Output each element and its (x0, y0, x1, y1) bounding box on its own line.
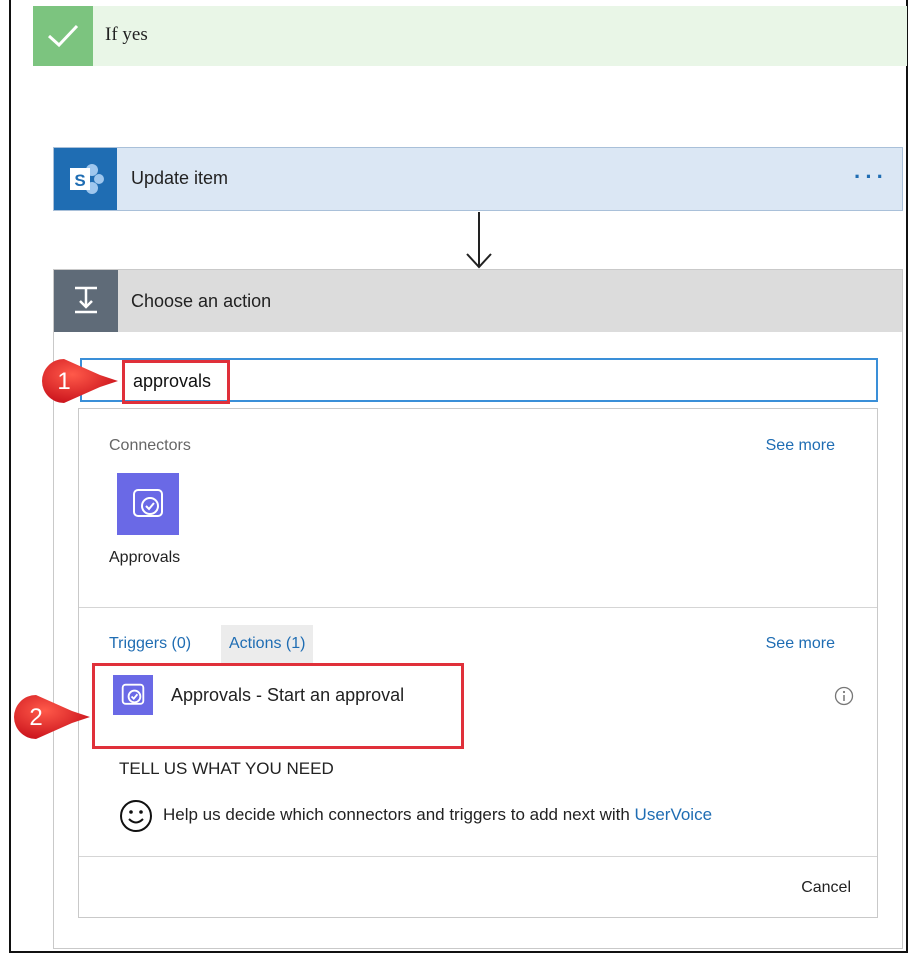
choose-action-header: Choose an action (54, 270, 902, 332)
svg-text:S: S (74, 171, 85, 190)
if-yes-label: If yes (105, 24, 148, 45)
action-highlight-box (92, 663, 464, 749)
if-yes-branch-header[interactable]: If yes (33, 6, 907, 66)
flow-arrow-icon (466, 212, 492, 269)
feedback-text-body: Help us decide which connectors and trig… (163, 805, 635, 824)
smiley-icon (120, 800, 152, 832)
divider (79, 856, 877, 857)
feedback-text: Help us decide which connectors and trig… (163, 805, 712, 825)
cancel-button[interactable]: Cancel (801, 879, 851, 897)
approvals-connector-label[interactable]: Approvals (109, 549, 180, 567)
tab-triggers[interactable]: Triggers (0) (109, 635, 191, 653)
approvals-icon (133, 489, 163, 517)
more-options-icon[interactable]: ··· (854, 164, 888, 190)
uservoice-link[interactable]: UserVoice (635, 805, 712, 824)
divider (79, 607, 877, 608)
tab-actions[interactable]: Actions (1) (221, 625, 314, 663)
step-2-number: 2 (29, 704, 42, 731)
update-item-title: Update item (131, 168, 229, 188)
step-1-number: 1 (57, 368, 70, 395)
choose-action-title: Choose an action (131, 291, 272, 311)
search-highlight-box (122, 360, 230, 404)
checkmark-icon (33, 6, 93, 66)
sharepoint-icon: S (54, 148, 117, 210)
tell-us-heading: TELL US WHAT YOU NEED (119, 759, 334, 778)
connectors-see-more-link[interactable]: See more (766, 437, 835, 455)
update-item-card[interactable]: S Update item ··· (53, 147, 903, 211)
info-icon[interactable] (834, 686, 854, 706)
approvals-connector-tile[interactable] (117, 473, 179, 535)
search-results-panel: Connectors See more Approvals Triggers (… (78, 408, 878, 918)
choose-action-card: Choose an action approvals Connectors Se… (53, 269, 903, 949)
connectors-label: Connectors (109, 437, 191, 454)
step-2-callout: 2 (14, 695, 90, 739)
action-step-icon (54, 270, 118, 332)
actions-see-more-link[interactable]: See more (766, 635, 835, 653)
step-1-callout: 1 (42, 359, 118, 403)
